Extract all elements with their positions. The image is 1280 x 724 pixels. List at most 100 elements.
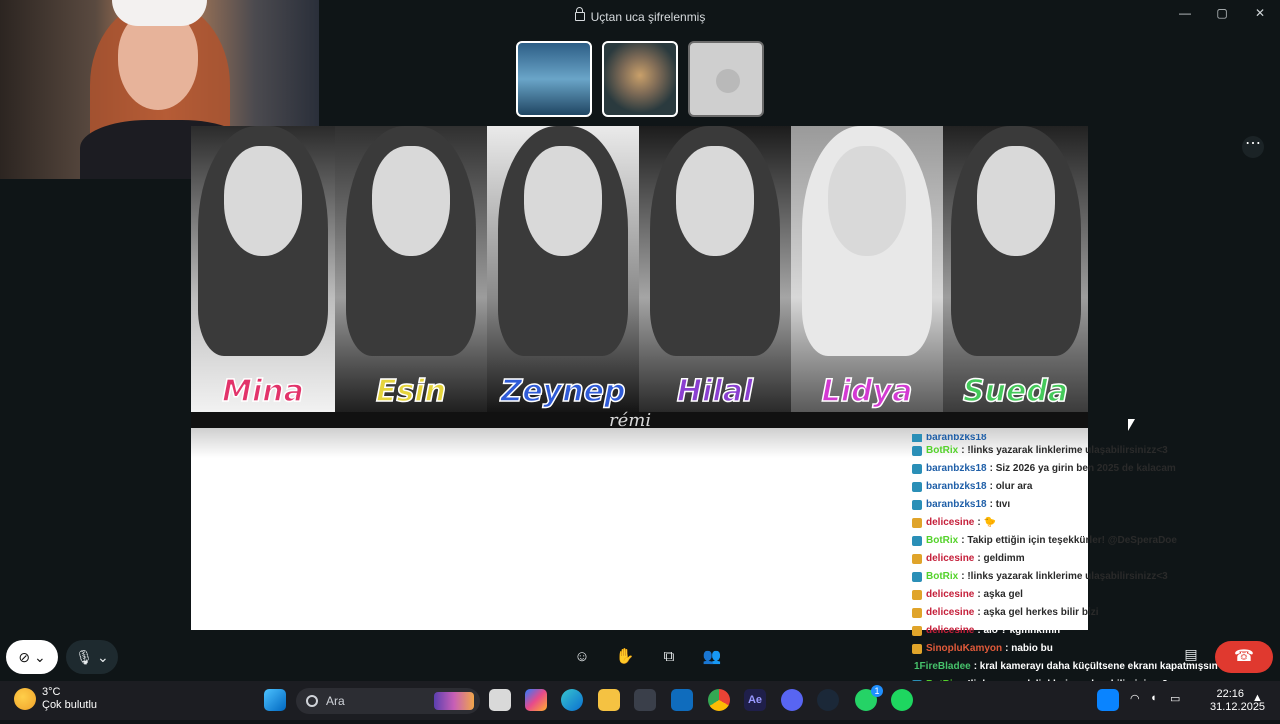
banner-panel: Sueda bbox=[943, 126, 1088, 412]
banner-panel: Mina bbox=[191, 126, 335, 412]
banner-name-mina: Mina bbox=[221, 373, 304, 410]
after-effects-icon[interactable]: Ae bbox=[744, 689, 766, 711]
chat-message: baranbzks18: olur ara bbox=[906, 478, 1280, 496]
chat-message: delicesine: aşka gel bbox=[906, 586, 1280, 604]
chat-message: delicesine: alo ? kgmnkfmn bbox=[906, 622, 1280, 640]
more-options-button[interactable]: ⋯ bbox=[1242, 136, 1264, 158]
chat-text: : Siz 2026 ya girin ben 2025 de kalacam bbox=[989, 463, 1176, 474]
mouse-cursor-icon bbox=[1128, 419, 1135, 431]
microphone-in-use-icon[interactable] bbox=[1097, 689, 1119, 711]
platform-badge-icon bbox=[912, 626, 922, 636]
chat-username: baranbzks18 bbox=[926, 481, 987, 492]
hand-icon: ✋ bbox=[615, 648, 635, 665]
system-clock[interactable]: 22:16 31.12.2025 bbox=[1210, 688, 1266, 714]
chat-text: : olur ara bbox=[989, 481, 1033, 492]
default-avatar-icon bbox=[716, 69, 740, 93]
santa-hat bbox=[112, 0, 207, 26]
participant-thumbnail-2[interactable] bbox=[602, 41, 678, 117]
copilot-icon[interactable] bbox=[525, 689, 547, 711]
banner-name-zeynep: Zeynep bbox=[500, 373, 626, 410]
start-button[interactable] bbox=[264, 689, 286, 711]
clock-date: 31.12.2025 bbox=[1210, 701, 1266, 713]
weather-cloudy-icon bbox=[14, 688, 36, 710]
participant-thumbnail-3[interactable] bbox=[688, 41, 764, 117]
banner-panel: Lidya bbox=[791, 126, 943, 412]
stream-banner: Mina Esin Zeynep Hilal Lidya Sueda bbox=[191, 126, 1088, 412]
task-view-icon[interactable] bbox=[489, 689, 511, 711]
chat-username: SinopluKamyon bbox=[926, 643, 1003, 654]
outlook-icon[interactable] bbox=[671, 689, 693, 711]
chat-username: delicesine bbox=[926, 625, 975, 636]
chat-message: baranbzks18: tıvı bbox=[906, 496, 1280, 514]
steam-icon[interactable] bbox=[817, 689, 839, 711]
taskbar-search[interactable]: Ara bbox=[296, 688, 480, 714]
notification-bell-icon[interactable]: ▲ bbox=[1252, 692, 1264, 706]
banner-name-hilal: Hilal bbox=[676, 373, 754, 410]
chat-text: : !links yazarak linklerime ulaşabilirsi… bbox=[961, 445, 1168, 456]
clock-time: 22:16 bbox=[1216, 688, 1244, 700]
platform-badge-icon bbox=[912, 464, 922, 474]
chat-text: : nabio bu bbox=[1005, 643, 1053, 654]
microphone-icon: 🎙 bbox=[75, 649, 94, 665]
chat-username: delicesine bbox=[926, 517, 975, 528]
chat-text: : Takip ettiğin için teşekkürler! @DeSpe… bbox=[961, 535, 1177, 546]
banner-name-esin: Esin bbox=[375, 373, 447, 410]
participants-button[interactable]: 👥 bbox=[700, 646, 724, 668]
microphone-toggle-button[interactable]: 🎙 ⌄ bbox=[66, 640, 118, 674]
weather-widget[interactable]: 3°C Çok bulutlu bbox=[14, 686, 97, 712]
minimize-button[interactable]: — bbox=[1170, 4, 1200, 22]
chevron-down-icon[interactable]: ⌄ bbox=[34, 649, 46, 665]
camera-toggle-button[interactable]: ⊘ ⌄ bbox=[6, 640, 58, 674]
emoji-reaction-button[interactable]: ☺ bbox=[570, 646, 594, 668]
platform-badge-icon bbox=[912, 518, 922, 528]
chat-username: BotRix bbox=[926, 571, 959, 582]
edge-browser-icon[interactable] bbox=[561, 689, 583, 711]
spotify-icon[interactable] bbox=[891, 689, 913, 711]
platform-badge-icon bbox=[912, 644, 922, 654]
chrome-icon[interactable] bbox=[708, 689, 730, 711]
platform-badge-icon bbox=[912, 608, 922, 618]
search-highlight-icon bbox=[434, 692, 474, 710]
chat-message: baranbzks18 bbox=[906, 434, 1280, 442]
layout-button[interactable]: ▤ bbox=[1180, 646, 1202, 668]
platform-badge-icon bbox=[912, 572, 922, 582]
maximize-button[interactable]: ▢ bbox=[1207, 4, 1237, 22]
chat-message: delicesine: 🐤 bbox=[906, 514, 1280, 532]
chat-username: baranbzks18 bbox=[926, 499, 987, 510]
encryption-label: Uçtan uca şifrelenmiş bbox=[590, 10, 706, 24]
whatsapp-icon[interactable]: 1 bbox=[855, 685, 883, 711]
platform-badge-icon bbox=[912, 482, 922, 492]
camera-off-icon: ⊘ bbox=[18, 649, 31, 665]
microsoft-store-icon[interactable] bbox=[634, 689, 656, 711]
close-button[interactable]: ✕ bbox=[1245, 4, 1275, 22]
weather-temperature: 3°C bbox=[42, 686, 61, 698]
raise-hand-button[interactable]: ✋ bbox=[613, 646, 637, 668]
layout-icon: ▤ bbox=[1184, 646, 1198, 662]
chevron-down-icon[interactable]: ⌄ bbox=[97, 649, 109, 665]
discord-icon[interactable] bbox=[781, 689, 803, 711]
chat-text: : aşka gel bbox=[977, 589, 1023, 600]
wifi-icon[interactable]: ◠ bbox=[1130, 692, 1140, 705]
end-call-button[interactable]: ☎ bbox=[1215, 641, 1273, 673]
chat-text: : aşka gel herkes bilir bizi bbox=[977, 607, 1099, 618]
volume-icon[interactable]: ◖ bbox=[1150, 692, 1157, 704]
chat-username: BotRix bbox=[926, 445, 959, 456]
chat-username: BotRix bbox=[926, 535, 959, 546]
banner-panel: Hilal bbox=[639, 126, 791, 412]
platform-badge-icon bbox=[912, 536, 922, 546]
participant-thumbnail-1[interactable] bbox=[516, 41, 592, 117]
chat-text: : !links yazarak linklerime ulaşabilirsi… bbox=[961, 571, 1168, 582]
chat-username: delicesine bbox=[926, 589, 975, 600]
chat-message: BotRix: Takip ettiğin için teşekkürler! … bbox=[906, 532, 1280, 550]
file-explorer-icon[interactable] bbox=[598, 689, 620, 711]
battery-icon[interactable]: ▭ bbox=[1170, 692, 1180, 705]
search-placeholder: Ara bbox=[326, 694, 345, 708]
weather-description: Çok bulutlu bbox=[42, 699, 98, 711]
share-screen-button[interactable]: ⧉ bbox=[657, 646, 681, 668]
notification-badge: 1 bbox=[871, 685, 883, 697]
chat-message: baranbzks18: Siz 2026 ya girin ben 2025 … bbox=[906, 460, 1280, 478]
chat-message: delicesine: geldimm bbox=[906, 550, 1280, 568]
chat-text: : alo ? kgmnkfmn bbox=[977, 625, 1061, 636]
banner-panel: Zeynep bbox=[487, 126, 639, 412]
chat-message: BotRix: !links yazarak linklerime ulaşab… bbox=[906, 442, 1280, 460]
